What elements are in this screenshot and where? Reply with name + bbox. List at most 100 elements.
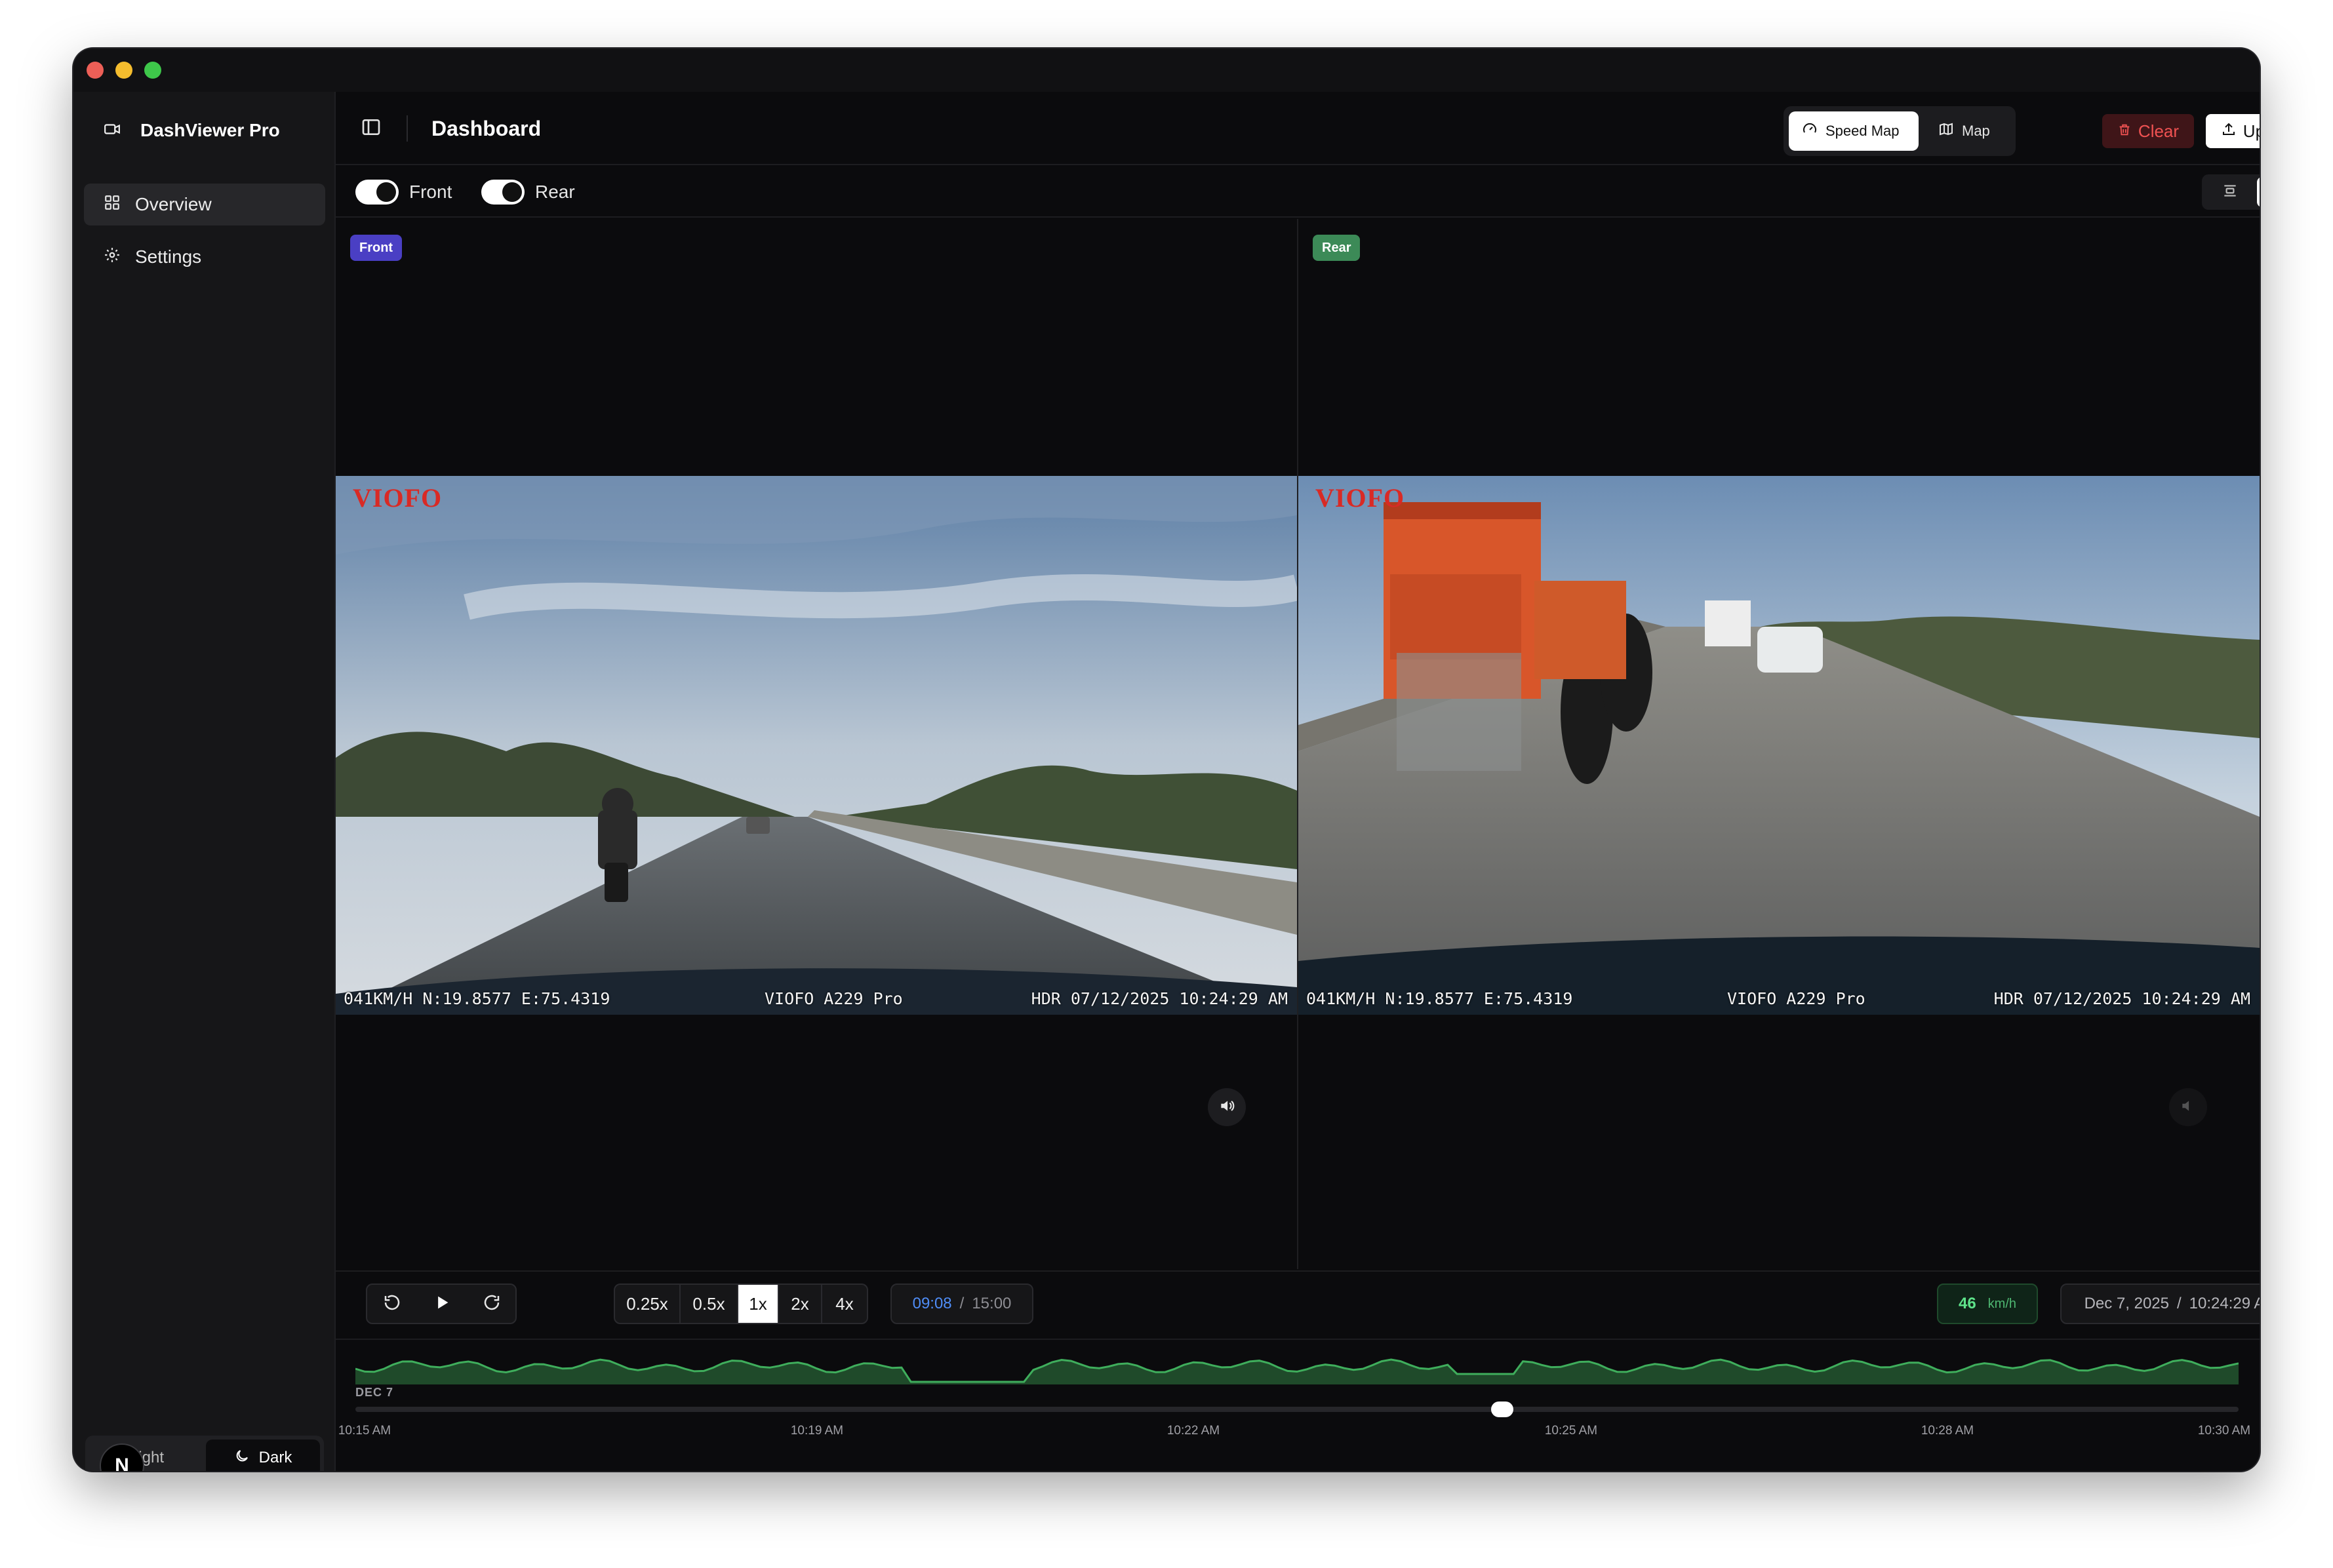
speed-option-selected[interactable]: 1x: [738, 1285, 779, 1323]
sidebar-item-overview[interactable]: Overview: [84, 184, 325, 225]
speaker-muted-icon: [2180, 1097, 2197, 1118]
timeline-tick: 10:30 AM: [2197, 1424, 2251, 1438]
gauge-icon: [1802, 121, 1818, 141]
rear-video-pane[interactable]: Rear VIOFO 041KM/H N:19.8577 E:75.4319 V…: [1298, 219, 2260, 1269]
rear-volume-button[interactable]: [2169, 1088, 2207, 1126]
map-button[interactable]: Map: [1925, 111, 2010, 151]
rewind-button[interactable]: [372, 1289, 412, 1319]
play-button[interactable]: [422, 1289, 462, 1319]
viofo-watermark: VIOFO: [1315, 483, 1405, 513]
sidebar-item-label: Overview: [135, 194, 212, 214]
upload-button[interactable]: Upload: [2206, 114, 2260, 148]
speed-option[interactable]: 0.25x: [615, 1285, 681, 1323]
timeline-track[interactable]: [355, 1407, 2239, 1412]
clock-value: 10:24:29 AM: [2189, 1295, 2260, 1312]
panel-left-icon: [361, 119, 382, 140]
timeline-day-label: DEC 7: [355, 1386, 394, 1399]
rear-osd-gps: 041KM/H N:19.8577 E:75.4319: [1306, 989, 1573, 1008]
playback-speed-selector: 0.25x 0.5x 1x 2x 4x: [614, 1284, 868, 1324]
close-window-button[interactable]: [87, 62, 104, 79]
play-icon: [433, 1293, 451, 1315]
rear-osd-timestamp: HDR 07/12/2025 10:24:29 AM: [1993, 989, 2250, 1008]
timeline-tick: 10:22 AM: [1166, 1424, 1220, 1438]
speed-option[interactable]: 2x: [779, 1285, 822, 1323]
speed-unit: km/h: [1987, 1296, 2017, 1311]
layout-side-by-side-button[interactable]: [2257, 177, 2260, 207]
layout-stacked-button[interactable]: [2204, 177, 2256, 207]
front-osd-gps: 041KM/H N:19.8577 E:75.4319: [344, 989, 610, 1008]
brand: DashViewer Pro: [104, 114, 280, 147]
timeline-tick: 10:25 AM: [1544, 1424, 1598, 1438]
time-display: 09:08 / 15:00: [890, 1284, 1033, 1324]
timeline-scrubber[interactable]: [1491, 1401, 1514, 1417]
rear-osd-model: VIOFO A229 Pro: [1727, 989, 1865, 1008]
speed-value: 46: [1958, 1295, 1976, 1312]
speaker-icon: [1218, 1097, 1235, 1118]
rear-camera-switch[interactable]: [481, 180, 525, 205]
rear-camera-badge: Rear: [1313, 235, 1361, 261]
page-title: Dashboard: [431, 117, 542, 140]
rear-video-frame[interactable]: VIOFO 041KM/H N:19.8577 E:75.4319 VIOFO …: [1298, 476, 2260, 1015]
timeline-tick: 10:15 AM: [338, 1424, 391, 1438]
duration: 15:00: [972, 1295, 1012, 1312]
front-camera-switch[interactable]: [355, 180, 399, 205]
front-osd-model: VIOFO A229 Pro: [765, 989, 903, 1008]
camera-toggle-bar: Front Rear: [336, 165, 2260, 218]
upload-label: Upload: [2243, 121, 2260, 141]
minimize-window-button[interactable]: [115, 62, 132, 79]
date-separator: /: [2176, 1295, 2182, 1312]
speed-map-label: Speed Map: [1825, 123, 1900, 139]
speed-readout: 46 km/h: [1937, 1284, 2038, 1324]
upload-icon: [2221, 121, 2237, 142]
clear-button[interactable]: Clear: [2102, 114, 2194, 148]
layout-toggle: [2202, 174, 2260, 210]
timeline-tick: 10:19 AM: [790, 1424, 844, 1438]
forward-button[interactable]: [472, 1289, 511, 1319]
main-content: Dashboard Speed Map Map Clear U Front Re…: [336, 92, 2260, 1471]
clear-label: Clear: [2138, 121, 2180, 141]
date-value: Dec 7, 2025: [2084, 1295, 2169, 1312]
front-osd-timestamp: HDR 07/12/2025 10:24:29 AM: [1031, 989, 1288, 1008]
theme-dark-label: Dark: [258, 1449, 292, 1466]
timeline-tick: 10:28 AM: [1921, 1424, 1974, 1438]
video-camera-icon: [104, 121, 121, 141]
title-bar: [73, 49, 2260, 92]
front-camera-badge: Front: [350, 235, 403, 261]
front-video-frame[interactable]: VIOFO 041KM/H N:19.8577 E:75.4319 VIOFO …: [336, 476, 1297, 1015]
speed-option[interactable]: 4x: [822, 1285, 867, 1323]
current-time: 09:08: [912, 1295, 952, 1312]
datetime-readout: Dec 7, 2025 / 10:24:29 AM: [2060, 1284, 2260, 1324]
video-area: Front VIOFO 041KM/H N:19.8577 E:75.4319 …: [336, 219, 2260, 1269]
sidebar-item-settings[interactable]: Settings: [84, 236, 325, 278]
timeline[interactable]: DEC 7 10:15 AM 10:19 AM 10:22 AM 10:25 A…: [336, 1341, 2260, 1471]
sidebar: DashViewer Pro Overview Settings Light D…: [73, 92, 336, 1471]
moon-icon: [234, 1448, 250, 1468]
playback-controls: 0.25x 0.5x 1x 2x 4x 09:08 / 15:00 46 km/…: [336, 1270, 2260, 1340]
header-divider: [407, 115, 408, 142]
front-road-scene: [336, 476, 1297, 1015]
rotate-ccw-icon: [382, 1293, 402, 1316]
front-video-pane[interactable]: Front VIOFO 041KM/H N:19.8577 E:75.4319 …: [336, 219, 1297, 1269]
grid-icon: [104, 194, 121, 216]
sidebar-toggle-button[interactable]: [361, 117, 384, 140]
theme-dark-button[interactable]: Dark: [206, 1440, 320, 1471]
map-label: Map: [1962, 123, 1990, 139]
front-switch-label: Front: [409, 182, 452, 202]
speed-map-button[interactable]: Speed Map: [1789, 111, 1919, 151]
time-separator: /: [959, 1295, 965, 1312]
sidebar-item-label: Settings: [135, 246, 202, 267]
rear-switch-label: Rear: [535, 182, 575, 202]
viofo-watermark: VIOFO: [353, 483, 443, 513]
rows-icon: [2222, 182, 2239, 203]
speed-option[interactable]: 0.5x: [681, 1285, 738, 1323]
header: Dashboard Speed Map Map Clear U: [336, 92, 2260, 165]
speed-sparkline: [355, 1358, 2239, 1384]
rear-road-scene: [1298, 476, 2260, 1015]
rotate-cw-icon: [482, 1293, 502, 1316]
front-volume-button[interactable]: [1208, 1088, 1246, 1126]
app-window: DashViewer Pro Overview Settings Light D…: [73, 49, 2260, 1471]
maximize-window-button[interactable]: [144, 62, 161, 79]
gear-icon: [104, 246, 121, 268]
trash-icon: [2117, 121, 2132, 142]
map-icon: [1938, 121, 1954, 141]
